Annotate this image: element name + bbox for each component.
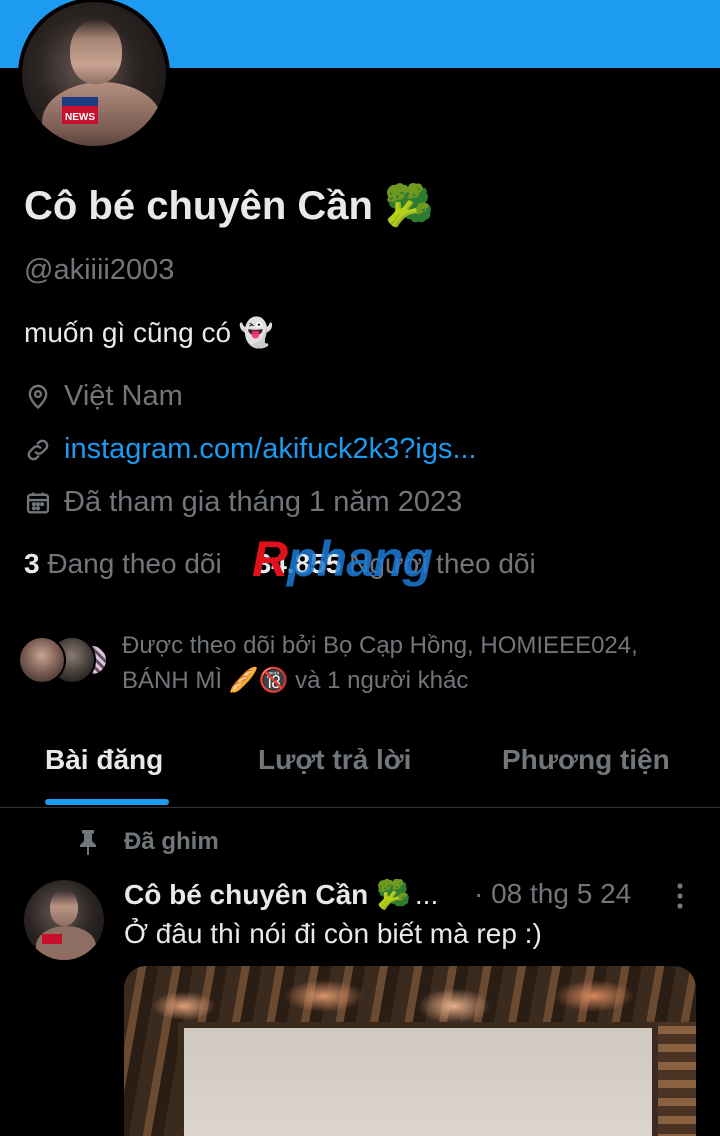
joined-row: Đã tham gia tháng 1 năm 2023 [24,486,462,519]
post-media-photo-frame [658,1022,696,1136]
location-text: Việt Nam [64,380,183,412]
tab-posts[interactable]: Bài đăng [45,744,163,776]
following-label: Đang theo dõi [47,548,222,579]
post-media-photo-area [178,1022,658,1136]
following-link[interactable]: 3 Đang theo dõi [24,548,222,579]
website-row[interactable]: instagram.com/akifuck2k3?igs... [24,433,477,466]
pinned-label: Đã ghim [124,828,219,855]
followers-link[interactable]: 34.855 Người theo dõi [256,548,536,579]
post-avatar-news-badge [42,934,62,944]
avatar-photo-body [42,82,162,146]
website-link[interactable]: instagram.com/akifuck2k3?igs... [64,433,477,466]
followers-label: Người theo dõi [349,548,536,579]
post-author-truncation: ... [414,879,439,910]
active-tab-indicator [45,799,169,805]
post-media-image[interactable] [124,966,696,1136]
follow-stats: 3 Đang theo dõi 34.855 Người theo dõi [24,548,536,580]
display-name: Cô bé chuyên Cần 🥦 [24,184,434,228]
avatar-photo-face [70,20,122,84]
calendar-icon [26,492,50,513]
joined-text: Đã tham gia tháng 1 năm 2023 [64,486,463,518]
followed-by-section[interactable]: Được theo dõi bởi Bọ Cạp Hồng, HOMIEEE02… [18,628,708,698]
avatar-news-badge: NEWS [62,97,98,124]
avatar-news-badge-text: NEWS [65,112,95,123]
tab-media[interactable]: Phương tiện [502,744,670,776]
map-pin-icon [28,384,48,409]
post-text: Ở đâu thì nói đi còn biết mà rep :) [124,918,542,949]
location-row: Việt Nam [24,380,183,413]
link-icon [27,439,49,460]
more-vertical-icon[interactable] [672,880,688,912]
following-count: 3 [24,548,40,579]
profile-avatar[interactable]: NEWS [18,0,170,150]
profile-bio: muốn gì cũng có 👻 [24,317,274,348]
followed-by-text: Được theo dõi bởi Bọ Cạp Hồng, HOMIEEE02… [122,632,638,694]
followers-count: 34.855 [255,548,342,579]
post-header: Cô bé chuyên Cần 🥦... · 08 thg 5 24 [124,878,704,918]
follower-avatar [18,636,66,684]
pin-icon [80,830,96,855]
post-author-name[interactable]: Cô bé chuyên Cần 🥦 [124,879,411,910]
avatar-news-badge-top [62,97,98,106]
tab-replies[interactable]: Lượt trả lời [258,744,411,776]
post-date[interactable]: · 08 thg 5 24 [474,878,631,910]
pinned-indicator: Đã ghim [76,828,219,856]
post-author-avatar[interactable] [24,880,104,960]
profile-tabs: Bài đăng Lượt trả lời Phương tiện [0,730,720,808]
user-handle: @akiiii2003 [24,254,175,286]
post-avatar-photo-face [50,890,78,926]
